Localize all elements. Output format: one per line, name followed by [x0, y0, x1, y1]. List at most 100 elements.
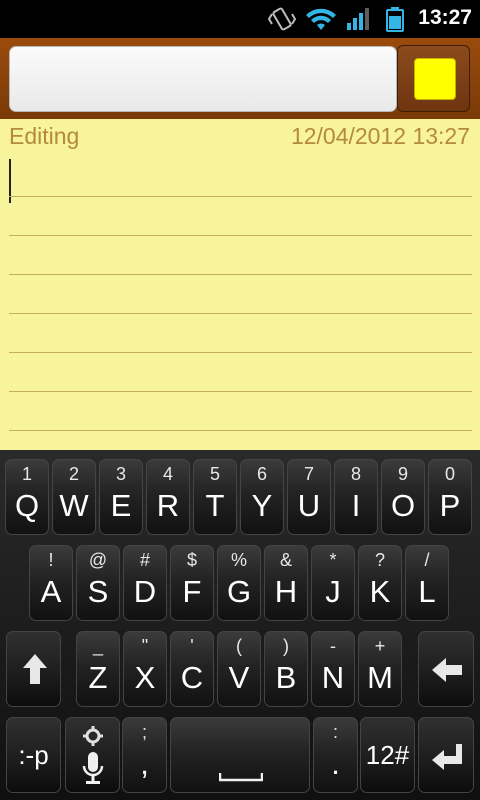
key-e[interactable]: 3E [99, 459, 143, 535]
ruled-line [9, 274, 472, 275]
vibrate-icon [268, 7, 296, 31]
shift-arrow-icon [23, 654, 47, 684]
clock: 13:27 [418, 6, 472, 29]
key-label: T [205, 488, 225, 523]
key-s[interactable]: @ S [76, 545, 120, 621]
key-hint: 6 [256, 464, 267, 484]
color-swatch [414, 58, 456, 100]
key-o[interactable]: 9O [381, 459, 425, 535]
comma-key[interactable]: ; , [122, 717, 167, 793]
key-w[interactable]: 2W [52, 459, 96, 535]
key-q[interactable]: 1Q [5, 459, 49, 535]
key-x[interactable]: " X [123, 631, 167, 707]
note-title-bar [0, 38, 480, 119]
key-label: K [369, 574, 391, 609]
key-label: X [134, 660, 156, 695]
key-hint: & [279, 550, 292, 570]
key-label: O [390, 488, 416, 523]
key-h[interactable]: & H [264, 545, 308, 621]
key-t[interactable]: 5T [193, 459, 237, 535]
key-y[interactable]: 6Y [240, 459, 284, 535]
key-f[interactable]: $ F [170, 545, 214, 621]
backspace-icon [432, 658, 462, 682]
enter-key[interactable] [418, 717, 474, 793]
key-label: C [180, 660, 204, 695]
key-label: B [275, 660, 297, 695]
period-key[interactable]: : . [313, 717, 358, 793]
key-label: D [133, 574, 157, 609]
shift-key[interactable] [6, 631, 61, 707]
key-u[interactable]: 7U [287, 459, 331, 535]
key-p[interactable]: 0P [428, 459, 472, 535]
key-hint: " [141, 636, 149, 656]
key-label: H [274, 574, 298, 609]
key-hint: 4 [162, 464, 173, 484]
key-hint: 5 [209, 464, 220, 484]
key-hint: * [329, 550, 337, 570]
key-hint: 2 [68, 464, 79, 484]
key-r[interactable]: 4R [146, 459, 190, 535]
key-i[interactable]: 8I [334, 459, 378, 535]
note-color-button[interactable] [397, 45, 470, 112]
key-label: W [59, 488, 89, 523]
key-label: V [228, 660, 250, 695]
key-hint: 1 [21, 464, 32, 484]
key-hint: 7 [303, 464, 314, 484]
comma-key-label: , [140, 746, 149, 781]
key-label: P [439, 488, 461, 523]
key-a[interactable]: ! A [29, 545, 73, 621]
comma-key-hint: ; [141, 722, 147, 742]
key-b[interactable]: ) B [264, 631, 308, 707]
note-status-label: Editing [9, 123, 80, 149]
key-label: Q [14, 488, 40, 523]
key-l[interactable]: / L [405, 545, 449, 621]
backspace-key[interactable] [418, 631, 474, 707]
key-g[interactable]: % G [217, 545, 261, 621]
key-label: F [182, 574, 202, 609]
key-label: M [367, 660, 393, 695]
key-k[interactable]: ? K [358, 545, 402, 621]
key-label: E [110, 488, 132, 523]
key-m[interactable]: + M [358, 631, 402, 707]
key-label: U [297, 488, 321, 523]
smiley-key[interactable]: :-p [6, 717, 61, 793]
ruled-line [9, 196, 472, 197]
key-hint: ) [283, 636, 289, 656]
ruled-line [9, 235, 472, 236]
voice-input-key[interactable] [65, 717, 120, 793]
signal-icon [347, 8, 369, 30]
key-label: G [226, 574, 252, 609]
key-z[interactable]: _ Z [76, 631, 120, 707]
key-hint: ? [374, 550, 385, 570]
key-n[interactable]: -N [311, 631, 355, 707]
key-hint: 0 [444, 464, 455, 484]
key-hint: - [330, 636, 336, 656]
key-label: A [40, 574, 62, 609]
key-label: J [325, 574, 341, 609]
wifi-icon [306, 8, 336, 30]
key-c[interactable]: ' C [170, 631, 214, 707]
key-hint: + [374, 636, 386, 656]
key-label: I [351, 488, 361, 523]
ruled-line [9, 313, 472, 314]
key-hint: % [230, 550, 247, 570]
key-v[interactable]: (V [217, 631, 261, 707]
symbols-key[interactable]: 12# [360, 717, 415, 793]
key-hint: ' [190, 636, 194, 656]
status-bar: 13:27 [0, 0, 480, 38]
key-j[interactable]: * J [311, 545, 355, 621]
key-hint: / [424, 550, 430, 570]
note-editor[interactable]: Editing 12/04/2012 13:27 [0, 119, 480, 450]
enter-icon [432, 744, 462, 770]
note-timestamp: 12/04/2012 13:27 [290, 123, 470, 149]
key-label: N [321, 660, 345, 695]
key-hint: $ [186, 550, 197, 570]
key-label: R [156, 488, 180, 523]
period-key-hint: : [332, 722, 338, 742]
settings-gear-icon [83, 726, 103, 746]
period-key-label: . [331, 746, 340, 781]
space-key[interactable] [170, 717, 310, 793]
key-d[interactable]: # D [123, 545, 167, 621]
note-title-input[interactable] [9, 46, 397, 112]
key-hint: 9 [397, 464, 408, 484]
